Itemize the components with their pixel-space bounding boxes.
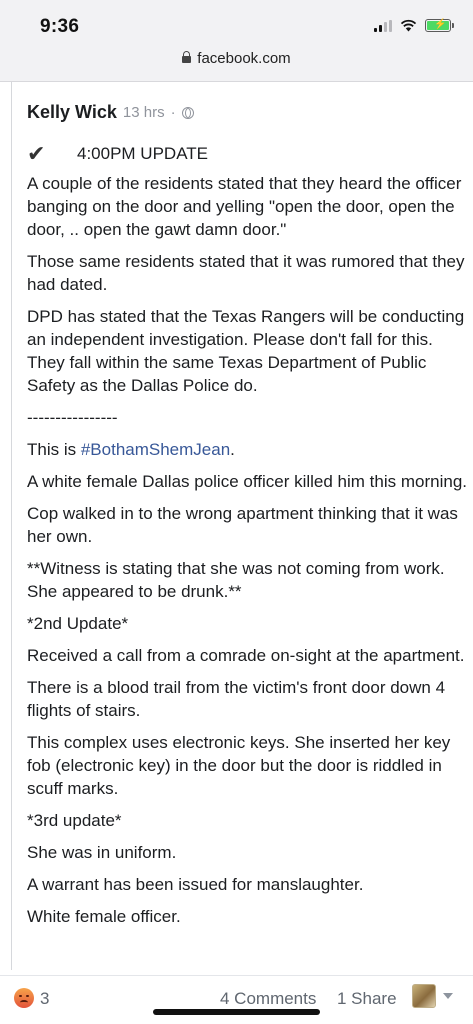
post-header: Kelly Wick 13 hrs · xyxy=(27,102,194,123)
post-paragraph: A white female Dallas police officer kil… xyxy=(27,472,467,491)
this-is-suffix: . xyxy=(230,440,235,459)
avatar[interactable] xyxy=(412,984,436,1008)
post-paragraph: **Witness is stating that she was not co… xyxy=(27,559,445,601)
post-paragraph: Those same residents stated that it was … xyxy=(27,252,465,294)
status-time: 9:36 xyxy=(40,16,80,37)
lock-icon xyxy=(182,51,192,63)
shares-count-link[interactable]: 1 Share xyxy=(337,989,397,1009)
post-footer: 3 4 Comments 1 Share xyxy=(0,975,473,1024)
post-paragraph: *2nd Update* xyxy=(27,614,129,633)
status-and-url-bar: 9:36 ⚡ facebook.com xyxy=(0,0,473,82)
post-paragraph: DPD has stated that the Texas Rangers wi… xyxy=(27,307,465,395)
reaction-count[interactable]: 3 xyxy=(40,989,49,1009)
post-paragraph: She was in uniform. xyxy=(27,843,177,862)
post-paragraph: There is a blood trail from the victim's… xyxy=(27,678,446,720)
update-label: 4:00PM UPDATE xyxy=(77,143,209,163)
url-text: facebook.com xyxy=(197,50,291,67)
post-paragraph: A warrant has been issued for manslaught… xyxy=(27,875,364,894)
battery-charging-icon: ⚡ xyxy=(425,19,454,32)
hashtag-link[interactable]: #BothamShemJean xyxy=(81,440,230,459)
meta-separator: · xyxy=(170,104,176,121)
post-paragraph: A couple of the residents stated that th… xyxy=(27,174,462,239)
author-name[interactable]: Kelly Wick xyxy=(27,102,117,123)
post-timestamp[interactable]: 13 hrs xyxy=(123,104,165,121)
post-body: ✔ 4:00PM UPDATE A couple of the resident… xyxy=(27,140,467,937)
checkmark-icon: ✔ xyxy=(27,140,46,166)
cellular-signal-icon xyxy=(374,19,392,32)
angry-reaction-icon[interactable] xyxy=(14,988,34,1008)
globe-icon xyxy=(181,106,194,119)
post-paragraph: Received a call from a comrade on-sight … xyxy=(27,646,465,665)
wifi-icon xyxy=(400,19,417,32)
chevron-down-icon[interactable] xyxy=(443,993,453,999)
update-heading: ✔ 4:00PM UPDATE xyxy=(27,140,467,166)
post-paragraph: White female officer. xyxy=(27,907,181,926)
facebook-post: Kelly Wick 13 hrs · ✔ 4:00PM UPDATE A co… xyxy=(11,82,473,970)
this-is-prefix: This is xyxy=(27,440,81,459)
post-paragraph: *3rd update* xyxy=(27,811,122,830)
divider-dashes: ---------------- xyxy=(27,408,118,427)
home-indicator[interactable] xyxy=(153,1009,320,1015)
comments-count-link[interactable]: 4 Comments xyxy=(220,989,316,1009)
status-icons: ⚡ xyxy=(374,19,454,32)
post-paragraph: Cop walked in to the wrong apartment thi… xyxy=(27,504,458,546)
post-paragraph: This complex uses electronic keys. She i… xyxy=(27,733,451,798)
address-bar[interactable]: facebook.com xyxy=(0,50,473,67)
post-paragraph: This is #BothamShemJean. xyxy=(27,438,467,461)
